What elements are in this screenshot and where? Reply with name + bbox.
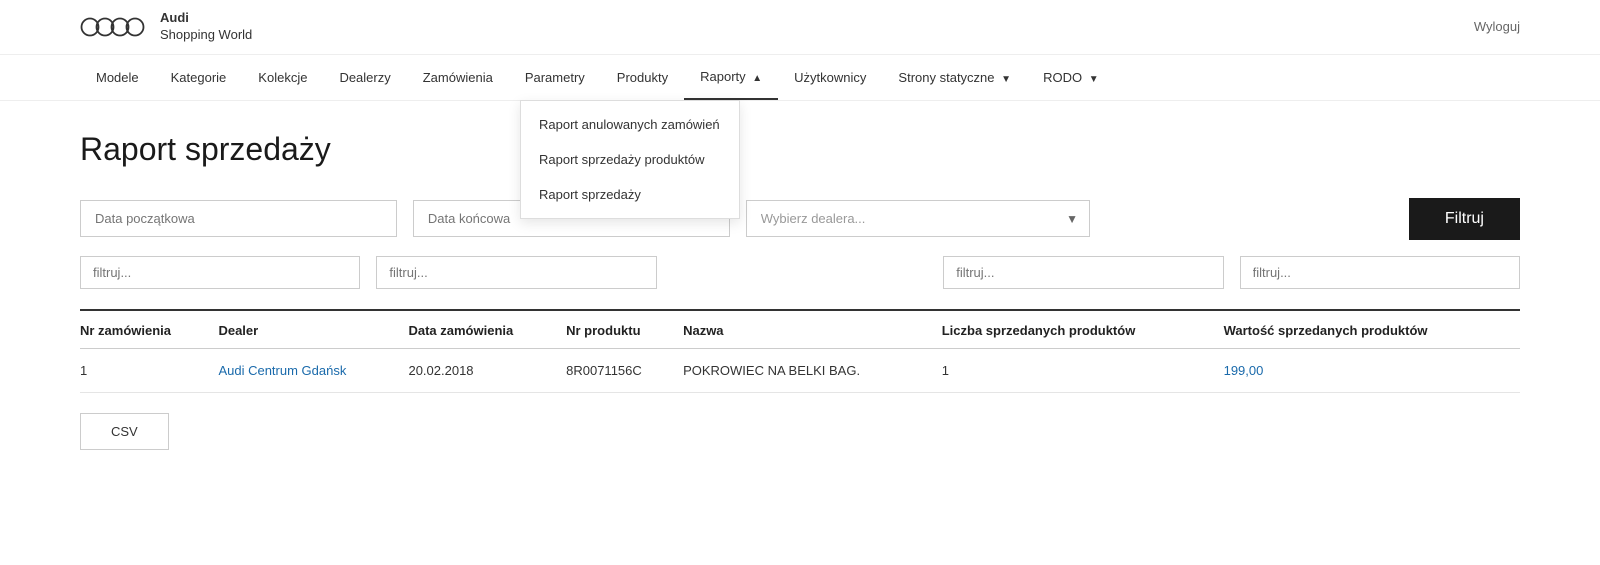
nav-produkty[interactable]: Produkty bbox=[601, 56, 684, 99]
price-value: 199,00 bbox=[1224, 363, 1264, 378]
cell-order-date: 20.02.2018 bbox=[408, 348, 566, 392]
logout-button[interactable]: Wyloguj bbox=[1474, 19, 1520, 34]
chevron-down-icon-rodo: ▼ bbox=[1089, 74, 1099, 85]
chevron-up-icon: ▲ bbox=[752, 73, 762, 84]
col-header-qty: Liczba sprzedanych produktów bbox=[942, 311, 1224, 349]
nav-zamowienia[interactable]: Zamówienia bbox=[407, 56, 509, 99]
chevron-down-icon-strony: ▼ bbox=[1001, 74, 1011, 85]
filter-button[interactable]: Filtruj bbox=[1409, 198, 1520, 240]
nav-strony-statyczne[interactable]: Strony statyczne ▼ bbox=[882, 56, 1027, 99]
dropdown-item-produktow[interactable]: Raport sprzedaży produktów bbox=[521, 142, 739, 177]
filter-row-1: Wybierz dealera... ▼ Filtruj bbox=[80, 198, 1520, 240]
nav-parametry[interactable]: Parametry bbox=[509, 56, 601, 99]
nav-uzytkownicy[interactable]: Użytkownicy bbox=[778, 56, 882, 99]
logo-line1: Audi bbox=[160, 10, 252, 27]
nav-raporty[interactable]: Raporty ▲ bbox=[684, 55, 778, 100]
dropdown-item-sprzedazy[interactable]: Raport sprzedaży bbox=[521, 177, 739, 212]
col-header-product-nr: Nr produktu bbox=[566, 311, 683, 349]
col-header-order-nr: Nr zamówienia bbox=[80, 311, 218, 349]
main-content: Raport sprzedaży Wybierz dealera... ▼ Fi… bbox=[0, 101, 1600, 480]
nav-kolekcje[interactable]: Kolekcje bbox=[242, 56, 323, 99]
cell-dealer: Audi Centrum Gdańsk bbox=[218, 348, 408, 392]
col-filter-1[interactable] bbox=[80, 256, 360, 289]
logo-line2: Shopping World bbox=[160, 27, 252, 44]
nav-rodo[interactable]: RODO ▼ bbox=[1027, 56, 1115, 99]
col-filter-4[interactable] bbox=[1240, 256, 1520, 289]
raporty-dropdown: Raport anulowanych zamówień Raport sprze… bbox=[520, 100, 740, 219]
dropdown-item-anulowanych[interactable]: Raport anulowanych zamówień bbox=[521, 107, 739, 142]
logo-text: Audi Shopping World bbox=[160, 10, 252, 44]
sales-table-container: Nr zamówienia Dealer Data zamówienia Nr … bbox=[80, 309, 1520, 393]
filter-row-2 bbox=[80, 256, 1520, 289]
cell-order-nr: 1 bbox=[80, 348, 218, 392]
nav-dealerzy[interactable]: Dealerzy bbox=[323, 56, 406, 99]
cell-name: POKROWIEC NA BELKI BAG. bbox=[683, 348, 942, 392]
col-header-name: Nazwa bbox=[683, 311, 942, 349]
cell-qty: 1 bbox=[942, 348, 1224, 392]
col-filter-3[interactable] bbox=[943, 256, 1223, 289]
dealer-select[interactable]: Wybierz dealera... bbox=[746, 200, 1090, 237]
csv-button[interactable]: CSV bbox=[80, 413, 169, 450]
col-filter-2[interactable] bbox=[376, 256, 656, 289]
page-title: Raport sprzedaży bbox=[80, 131, 1520, 168]
dealer-link[interactable]: Audi Centrum Gdańsk bbox=[218, 363, 346, 378]
sales-table: Nr zamówienia Dealer Data zamówienia Nr … bbox=[80, 311, 1520, 393]
table-header-row: Nr zamówienia Dealer Data zamówienia Nr … bbox=[80, 311, 1520, 349]
header: Audi Shopping World Wyloguj bbox=[0, 0, 1600, 55]
cell-product-nr: 8R0071156C bbox=[566, 348, 683, 392]
col-header-value: Wartość sprzedanych produktów bbox=[1224, 311, 1520, 349]
table-row: 1 Audi Centrum Gdańsk 20.02.2018 8R00711… bbox=[80, 348, 1520, 392]
nav-modele[interactable]: Modele bbox=[80, 56, 155, 99]
audi-logo-icon bbox=[80, 11, 148, 43]
cell-value: 199,00 bbox=[1224, 348, 1520, 392]
nav-kategorie[interactable]: Kategorie bbox=[155, 56, 243, 99]
col-header-dealer: Dealer bbox=[218, 311, 408, 349]
main-nav: Modele Kategorie Kolekcje Dealerzy Zamów… bbox=[0, 55, 1600, 101]
logo-area: Audi Shopping World bbox=[80, 10, 252, 44]
date-start-input[interactable] bbox=[80, 200, 397, 237]
dealer-select-wrapper: Wybierz dealera... ▼ bbox=[746, 200, 1090, 237]
col-header-order-date: Data zamówienia bbox=[408, 311, 566, 349]
